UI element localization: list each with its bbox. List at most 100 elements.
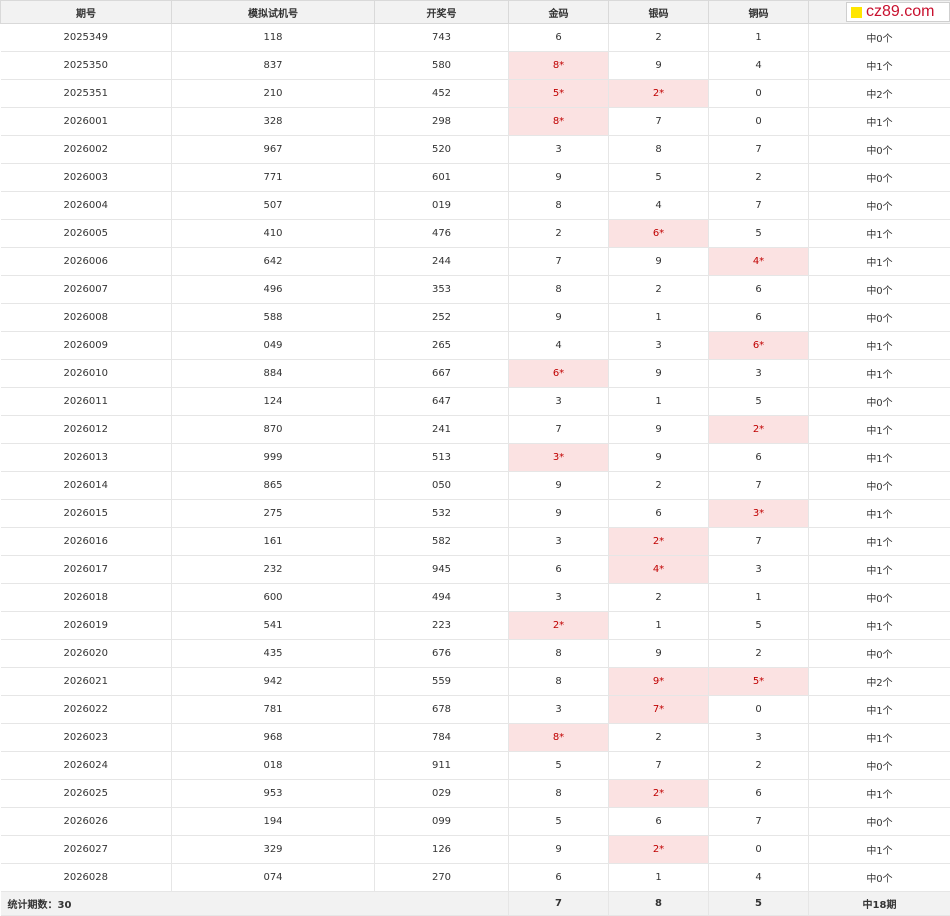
result-cell: 中2个 bbox=[809, 80, 950, 108]
trial-number-cell: 953 bbox=[172, 780, 375, 808]
silver-code-cell: 2* bbox=[609, 528, 709, 556]
bronze-code-cell: 4 bbox=[709, 52, 809, 80]
gold-code-cell: 5 bbox=[509, 808, 609, 836]
draw-number-cell: 099 bbox=[375, 808, 509, 836]
result-cell: 中0个 bbox=[809, 192, 950, 220]
draw-number-cell: 476 bbox=[375, 220, 509, 248]
gold-code-cell: 7 bbox=[509, 416, 609, 444]
silver-code-cell: 1 bbox=[609, 612, 709, 640]
bronze-code-cell: 5 bbox=[709, 388, 809, 416]
logo-text: cz89.com bbox=[866, 3, 934, 21]
draw-number-cell: 223 bbox=[375, 612, 509, 640]
result-cell: 中1个 bbox=[809, 220, 950, 248]
period-cell: 2026025 bbox=[1, 780, 172, 808]
result-cell: 中0个 bbox=[809, 808, 950, 836]
bronze-code-cell: 4* bbox=[709, 248, 809, 276]
bronze-code-cell: 5 bbox=[709, 220, 809, 248]
summary-bronze: 5 bbox=[709, 892, 809, 916]
bronze-code-cell: 7 bbox=[709, 192, 809, 220]
gold-code-cell: 2 bbox=[509, 220, 609, 248]
table-row: 2026020435676892中0个 bbox=[1, 640, 950, 668]
period-cell: 2026008 bbox=[1, 304, 172, 332]
table-row: 2026009049265436*中1个 bbox=[1, 332, 950, 360]
draw-number-cell: 582 bbox=[375, 528, 509, 556]
period-cell: 2026001 bbox=[1, 108, 172, 136]
trial-number-cell: 541 bbox=[172, 612, 375, 640]
gold-code-cell: 5 bbox=[509, 752, 609, 780]
draw-number-cell: 532 bbox=[375, 500, 509, 528]
bronze-code-cell: 0 bbox=[709, 836, 809, 864]
period-cell: 2026010 bbox=[1, 360, 172, 388]
table-row: 202602278167837*0中1个 bbox=[1, 696, 950, 724]
result-cell: 中1个 bbox=[809, 360, 950, 388]
bronze-code-cell: 1 bbox=[709, 584, 809, 612]
header-draw-number: 开奖号 bbox=[375, 1, 509, 24]
trial-number-cell: 074 bbox=[172, 864, 375, 892]
draw-number-cell: 743 bbox=[375, 24, 509, 52]
draw-number-cell: 029 bbox=[375, 780, 509, 808]
period-cell: 2026011 bbox=[1, 388, 172, 416]
table-row: 20260108846676*93中1个 bbox=[1, 360, 950, 388]
draw-number-cell: 452 bbox=[375, 80, 509, 108]
bronze-code-cell: 3 bbox=[709, 556, 809, 584]
silver-code-cell: 9 bbox=[609, 52, 709, 80]
trial-number-cell: 232 bbox=[172, 556, 375, 584]
period-cell: 2026005 bbox=[1, 220, 172, 248]
summary-label: 统计期数：30 bbox=[1, 892, 509, 916]
trial-number-cell: 588 bbox=[172, 304, 375, 332]
header-bronze-code: 铜码 bbox=[709, 1, 809, 24]
table-row: 2026011124647315中0个 bbox=[1, 388, 950, 416]
header-row: 期号 模拟试机号 开奖号 金码 银码 铜码 bbox=[1, 1, 950, 24]
draw-number-cell: 520 bbox=[375, 136, 509, 164]
table-row: 2026018600494321中0个 bbox=[1, 584, 950, 612]
period-cell: 2026026 bbox=[1, 808, 172, 836]
gold-code-cell: 8 bbox=[509, 276, 609, 304]
period-cell: 2026017 bbox=[1, 556, 172, 584]
period-cell: 2026014 bbox=[1, 472, 172, 500]
table-row: 2026028074270614中0个 bbox=[1, 864, 950, 892]
silver-code-cell: 5 bbox=[609, 164, 709, 192]
period-cell: 2026018 bbox=[1, 584, 172, 612]
silver-code-cell: 6* bbox=[609, 220, 709, 248]
bronze-code-cell: 6 bbox=[709, 276, 809, 304]
bronze-code-cell: 2* bbox=[709, 416, 809, 444]
silver-code-cell: 2 bbox=[609, 276, 709, 304]
gold-code-cell: 9 bbox=[509, 304, 609, 332]
bronze-code-cell: 2 bbox=[709, 640, 809, 668]
trial-number-cell: 328 bbox=[172, 108, 375, 136]
gold-code-cell: 4 bbox=[509, 332, 609, 360]
gold-code-cell: 6 bbox=[509, 24, 609, 52]
silver-code-cell: 1 bbox=[609, 388, 709, 416]
trial-number-cell: 410 bbox=[172, 220, 375, 248]
bronze-code-cell: 6 bbox=[709, 780, 809, 808]
silver-code-cell: 7 bbox=[609, 752, 709, 780]
gold-code-cell: 3 bbox=[509, 696, 609, 724]
summary-gold: 7 bbox=[509, 892, 609, 916]
summary-silver: 8 bbox=[609, 892, 709, 916]
period-cell: 2026023 bbox=[1, 724, 172, 752]
result-cell: 中0个 bbox=[809, 584, 950, 612]
header-gold-code: 金码 bbox=[509, 1, 609, 24]
gold-code-cell: 2* bbox=[509, 612, 609, 640]
silver-code-cell: 2 bbox=[609, 584, 709, 612]
result-cell: 中1个 bbox=[809, 500, 950, 528]
table-row: 2026003771601952中0个 bbox=[1, 164, 950, 192]
period-cell: 2026016 bbox=[1, 528, 172, 556]
result-cell: 中0个 bbox=[809, 752, 950, 780]
draw-number-cell: 945 bbox=[375, 556, 509, 584]
result-cell: 中0个 bbox=[809, 136, 950, 164]
silver-code-cell: 4 bbox=[609, 192, 709, 220]
silver-code-cell: 8 bbox=[609, 136, 709, 164]
table-row: 2025349118743621中0个 bbox=[1, 24, 950, 52]
results-table: 期号 模拟试机号 开奖号 金码 银码 铜码 2025349118743621中0… bbox=[0, 0, 950, 916]
site-logo[interactable]: cz89.com bbox=[846, 2, 950, 22]
table-row: 2026002967520387中0个 bbox=[1, 136, 950, 164]
table-row: 202602732912692*0中1个 bbox=[1, 836, 950, 864]
bronze-code-cell: 2 bbox=[709, 164, 809, 192]
result-cell: 中0个 bbox=[809, 472, 950, 500]
table-row: 2026026194099567中0个 bbox=[1, 808, 950, 836]
draw-number-cell: 911 bbox=[375, 752, 509, 780]
trial-number-cell: 210 bbox=[172, 80, 375, 108]
trial-number-cell: 837 bbox=[172, 52, 375, 80]
draw-number-cell: 265 bbox=[375, 332, 509, 360]
